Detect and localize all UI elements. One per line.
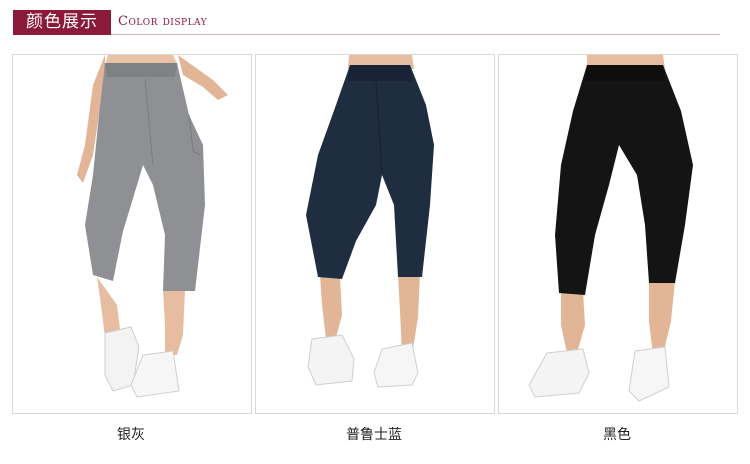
product-image-navy: [306, 55, 434, 388]
product-card-black[interactable]: [498, 54, 738, 414]
product-caption-black: 黑色: [603, 427, 631, 443]
product-caption-navy: 普鲁士蓝: [346, 427, 402, 443]
header-divider: [111, 34, 720, 35]
product-card-navy[interactable]: [255, 54, 495, 414]
product-image-grey: [77, 55, 228, 398]
section-title-cn: 颜色展示: [13, 10, 111, 35]
legging-black: [528, 55, 693, 402]
product-caption-grey: 银灰: [117, 427, 145, 443]
product-card-grey[interactable]: [12, 54, 252, 414]
product-image-black: [528, 55, 693, 402]
section-header: 颜色展示 Color display: [13, 10, 720, 36]
legging-grey: [77, 55, 228, 398]
legging-navy: [306, 55, 434, 388]
section-title-en: Color display: [118, 14, 208, 29]
